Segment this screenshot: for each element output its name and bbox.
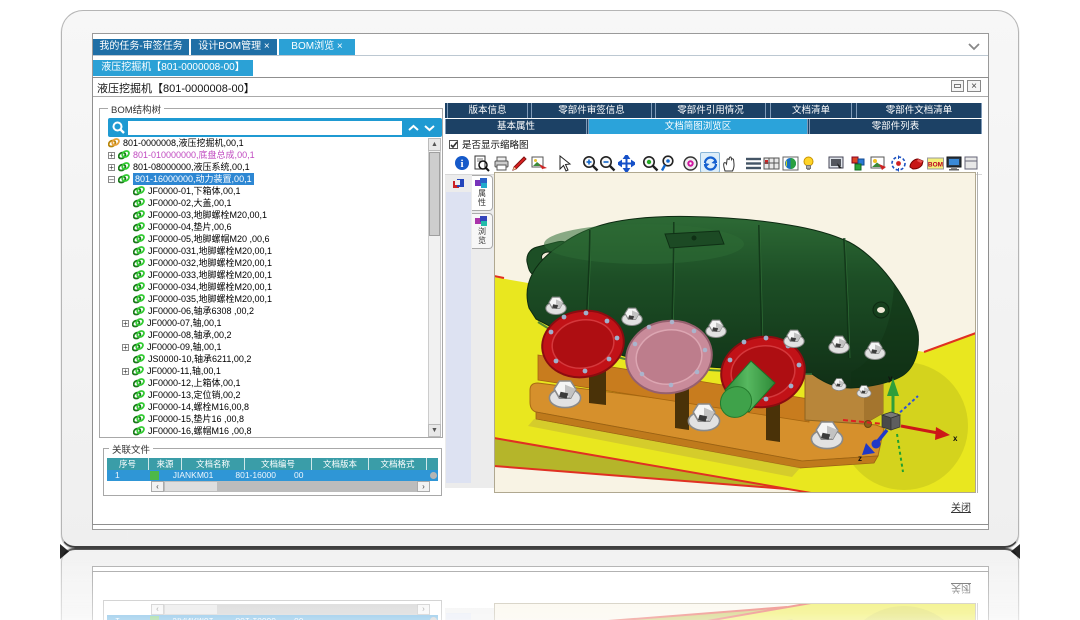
svg-text:BOM: BOM [928,162,943,169]
svg-text:x: x [953,434,958,443]
svg-text:y: y [888,374,893,383]
svg-text:z: z [858,454,862,463]
svg-text:i: i [460,158,463,170]
